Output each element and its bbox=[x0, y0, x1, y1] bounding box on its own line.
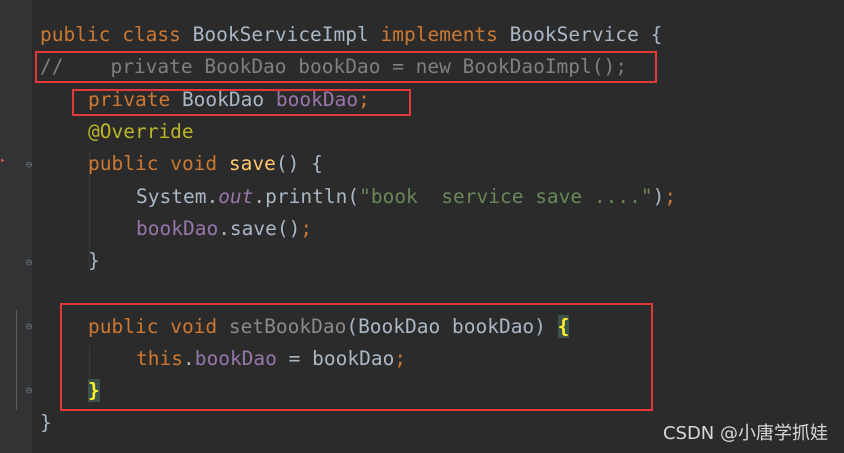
annotation: @Override bbox=[88, 120, 194, 143]
code-line: } bbox=[40, 407, 52, 439]
highlight-box-field bbox=[72, 89, 411, 116]
punctuation: ) bbox=[652, 185, 665, 208]
semicolon: ; bbox=[664, 185, 677, 208]
code-line: System.out.println("book service save ..… bbox=[136, 181, 676, 213]
class-ref: System. bbox=[136, 185, 219, 208]
field-name: bookDao bbox=[136, 217, 219, 240]
code-line: } bbox=[88, 245, 100, 277]
watermark: CSDN @小唐学抓娃 bbox=[662, 423, 828, 444]
method-call: .println( bbox=[253, 185, 360, 208]
code-line: bookDao.save(); bbox=[136, 213, 312, 245]
string-literal: "book service save ...." bbox=[359, 185, 653, 208]
highlight-box-comment bbox=[35, 51, 657, 83]
brace: { bbox=[650, 23, 663, 46]
interface-name: BookService bbox=[509, 23, 639, 46]
class-name: BookServiceImpl bbox=[192, 23, 369, 46]
brace: } bbox=[40, 411, 52, 434]
code-line: public void save() { bbox=[88, 148, 323, 180]
brace: } bbox=[88, 249, 100, 272]
method-call: .save() bbox=[218, 217, 301, 240]
punctuation: () { bbox=[275, 152, 323, 175]
method-name: save bbox=[228, 152, 276, 175]
highlight-box-setter bbox=[60, 303, 653, 411]
code-line: public class BookServiceImpl implements … bbox=[40, 19, 662, 51]
semicolon: ; bbox=[300, 217, 313, 240]
keyword: class bbox=[122, 23, 181, 46]
keyword: public bbox=[40, 23, 111, 46]
keyword: void bbox=[170, 152, 218, 175]
keyword: implements bbox=[380, 23, 498, 46]
static-field: out bbox=[218, 185, 254, 208]
keyword: public bbox=[88, 152, 159, 175]
